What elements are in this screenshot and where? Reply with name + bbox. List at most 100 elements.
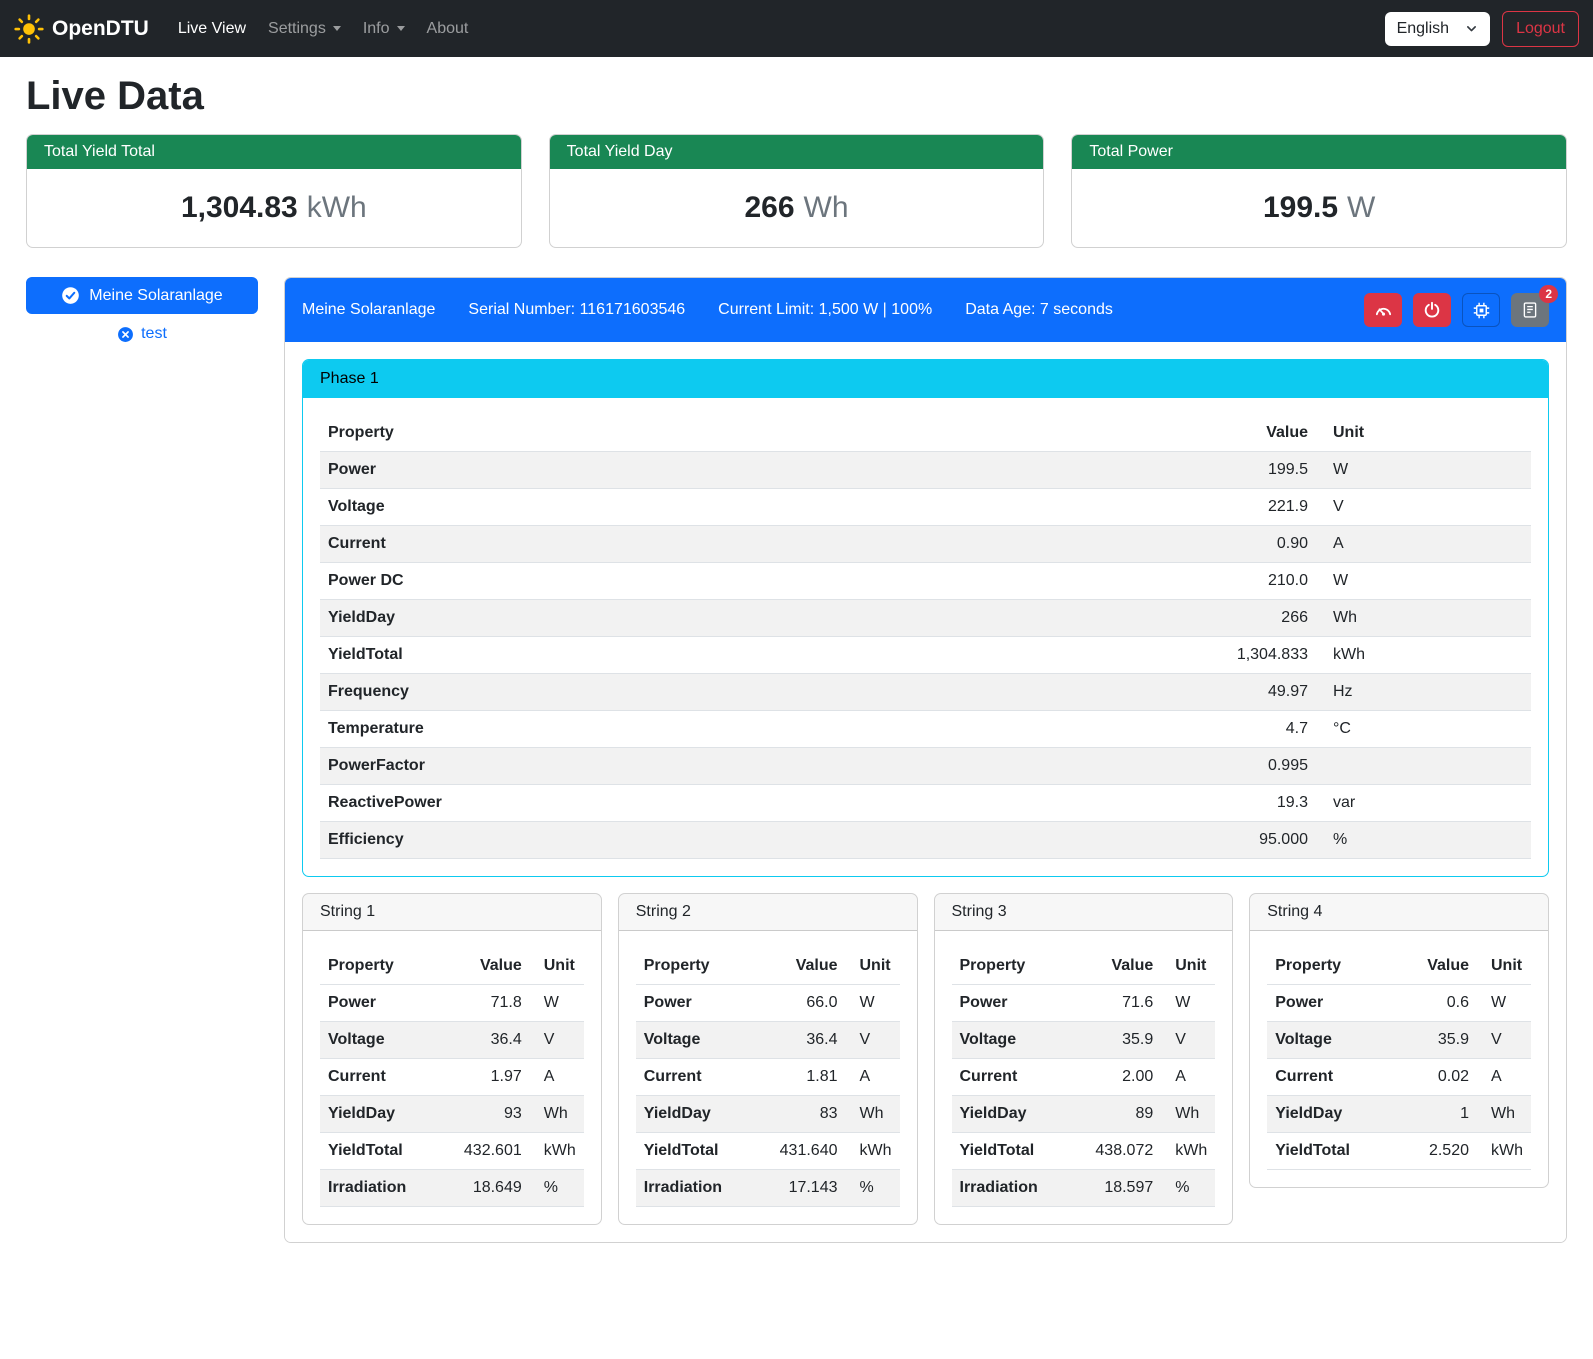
value-cell: 431.640	[761, 1133, 846, 1170]
table-header-row: Property Value Unit	[320, 948, 584, 985]
value-header: Value	[1076, 948, 1161, 985]
table-row: Voltage 221.9 V	[320, 489, 1531, 526]
inverter-item-selected[interactable]: Meine Solaranlage	[26, 277, 258, 314]
table-row: YieldDay 266 Wh	[320, 600, 1531, 637]
table-row: Current 0.02 A	[1267, 1059, 1531, 1096]
card-value: 266	[744, 191, 794, 224]
string-4-card: String 4 Property Value Unit	[1249, 893, 1549, 1188]
power-control-button[interactable]	[1413, 293, 1451, 327]
table-row: Irradiation 18.649 %	[320, 1170, 584, 1207]
unit-cell: A	[1477, 1059, 1531, 1096]
device-info-button[interactable]	[1462, 293, 1500, 327]
table-row: YieldTotal 2.520 kWh	[1267, 1133, 1531, 1170]
value-cell: 49.97	[1176, 674, 1316, 711]
unit-cell: Hz	[1316, 674, 1531, 711]
nav-settings[interactable]: Settings	[257, 12, 352, 46]
inverter-item-label: test	[141, 325, 167, 343]
value-cell: 266	[1176, 600, 1316, 637]
table-row: Current 2.00 A	[952, 1059, 1216, 1096]
unit-cell: kWh	[846, 1133, 900, 1170]
nav-info[interactable]: Info	[352, 12, 416, 46]
string-3-table: Property Value Unit Power 71.6	[952, 948, 1216, 1207]
unit-cell: %	[1316, 822, 1531, 859]
card-value: 1,304.83	[181, 191, 298, 224]
nav-about[interactable]: About	[416, 12, 480, 46]
property-cell: PowerFactor	[320, 748, 1176, 785]
value-cell: 2.00	[1076, 1059, 1161, 1096]
string-4-table: Property Value Unit Power 0.6	[1267, 948, 1531, 1170]
table-row: Power 71.8 W	[320, 985, 584, 1022]
unit-cell: kWh	[1161, 1133, 1215, 1170]
property-cell: Current	[1267, 1059, 1392, 1096]
property-cell: Irradiation	[952, 1170, 1077, 1207]
value-cell: 18.597	[1076, 1170, 1161, 1207]
value-cell: 4.7	[1176, 711, 1316, 748]
language-select[interactable]: English	[1385, 12, 1490, 46]
logout-button[interactable]: Logout	[1502, 11, 1579, 47]
gauge-icon	[1374, 301, 1393, 320]
table-header-row: Property Value Unit	[320, 415, 1531, 452]
unit-cell: Wh	[846, 1096, 900, 1133]
value-cell: 210.0	[1176, 563, 1316, 600]
table-row: YieldDay 1 Wh	[1267, 1096, 1531, 1133]
summary-row: Total Yield Total 1,304.83kWh Total Yiel…	[26, 134, 1567, 248]
unit-cell: V	[1316, 489, 1531, 526]
inverter-item-label: Meine Solaranlage	[89, 287, 222, 305]
table-row: YieldTotal 431.640 kWh	[636, 1133, 900, 1170]
navbar-right: English Logout	[1385, 11, 1579, 47]
limit-settings-button[interactable]	[1364, 293, 1402, 327]
card-unit: kWh	[307, 191, 367, 224]
property-cell: Power	[952, 985, 1077, 1022]
unit-cell: kWh	[1316, 637, 1531, 674]
card-title: Total Power	[1072, 135, 1566, 169]
property-cell: YieldTotal	[320, 1133, 445, 1170]
table-row: Power 199.5 W	[320, 452, 1531, 489]
value-cell: 2.520	[1392, 1133, 1477, 1170]
phase-card-body: Property Value Unit Power 199.5 W	[303, 398, 1548, 876]
unit-cell: Wh	[1161, 1096, 1215, 1133]
caret-down-icon	[333, 26, 341, 31]
brand[interactable]: OpenDTU	[14, 14, 149, 44]
string-1-table: Property Value Unit Power 71.8	[320, 948, 584, 1207]
inverter-item-test[interactable]: test	[26, 325, 258, 343]
table-row: YieldTotal 432.601 kWh	[320, 1133, 584, 1170]
unit-cell: V	[1161, 1022, 1215, 1059]
unit-cell: W	[1477, 985, 1531, 1022]
table-row: Power 71.6 W	[952, 985, 1216, 1022]
property-cell: YieldTotal	[952, 1133, 1077, 1170]
property-header: Property	[320, 415, 1176, 452]
phase-title: Phase 1	[303, 360, 1548, 398]
unit-cell	[1316, 748, 1531, 785]
unit-header: Unit	[1477, 948, 1531, 985]
table-row: Current 1.81 A	[636, 1059, 900, 1096]
value-header: Value	[1176, 415, 1316, 452]
value-cell: 0.6	[1392, 985, 1477, 1022]
value-cell: 18.649	[445, 1170, 530, 1207]
property-cell: Power	[636, 985, 761, 1022]
string-3-card: String 3 Property Value Unit	[934, 893, 1234, 1225]
property-cell: Voltage	[636, 1022, 761, 1059]
property-cell: Power	[1267, 985, 1392, 1022]
value-cell: 19.3	[1176, 785, 1316, 822]
table-row: Irradiation 18.597 %	[952, 1170, 1216, 1207]
phase-1-card: Phase 1 Property Value Unit	[302, 359, 1549, 877]
value-cell: 93	[445, 1096, 530, 1133]
property-cell: Current	[636, 1059, 761, 1096]
unit-cell: W	[1316, 563, 1531, 600]
property-header: Property	[636, 948, 761, 985]
card-value: 199.5	[1263, 191, 1338, 224]
cpu-icon	[1472, 301, 1491, 320]
string-title: String 3	[935, 894, 1233, 931]
value-cell: 221.9	[1176, 489, 1316, 526]
property-header: Property	[320, 948, 445, 985]
nav-live-view[interactable]: Live View	[167, 12, 257, 46]
table-row: Voltage 35.9 V	[952, 1022, 1216, 1059]
unit-cell: %	[846, 1170, 900, 1207]
value-cell: 66.0	[761, 985, 846, 1022]
card-body: 199.5W	[1072, 169, 1566, 247]
event-log-button[interactable]: 2	[1511, 293, 1549, 327]
property-cell: Temperature	[320, 711, 1176, 748]
property-cell: Current	[952, 1059, 1077, 1096]
table-row: Power 0.6 W	[1267, 985, 1531, 1022]
unit-cell: V	[846, 1022, 900, 1059]
